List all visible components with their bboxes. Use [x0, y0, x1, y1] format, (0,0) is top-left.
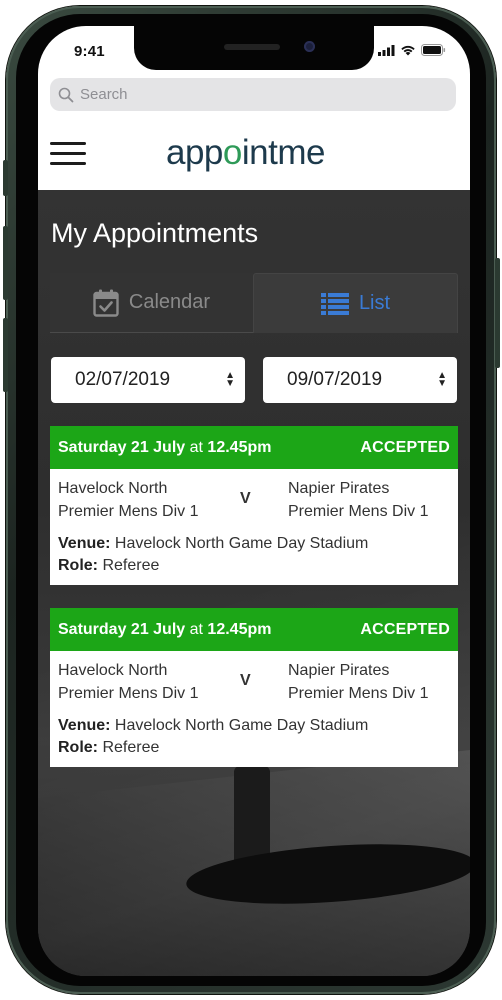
- home-team: Havelock North Premier Mens Div 1: [58, 477, 198, 523]
- appointment-teams: Havelock North Premier Mens Div 1 V Napi…: [50, 651, 458, 711]
- appointment-datetime: Saturday 21 July at 12.45pm: [58, 621, 271, 639]
- appointment-time: 12.45pm: [207, 438, 272, 456]
- mute-switch: [3, 160, 8, 196]
- venue-value: Havelock North Game Day Stadium: [114, 717, 369, 734]
- appointment-day: Saturday 21 July: [58, 438, 186, 456]
- role-row: Role: Referee: [58, 555, 450, 577]
- versus-label: V: [240, 490, 251, 507]
- tab-list[interactable]: List: [253, 273, 458, 333]
- home-team-name: Havelock North: [58, 662, 168, 679]
- status-bar: 9:41: [38, 26, 470, 76]
- status-badge: ACCEPTED: [360, 620, 450, 638]
- appointment-day: Saturday 21 July: [58, 620, 186, 638]
- venue-label: Venue:: [58, 535, 111, 552]
- speaker-grille: [224, 44, 280, 50]
- away-team: Napier Pirates Premier Mens Div 1: [288, 477, 428, 523]
- view-tabs: Calendar List: [50, 273, 458, 333]
- appointment-details: Venue: Havelock North Game Day Stadium R…: [50, 711, 458, 767]
- away-team: Napier Pirates Premier Mens Div 1: [288, 659, 428, 705]
- away-team-name: Napier Pirates: [288, 480, 390, 497]
- appointment-card[interactable]: Saturday 21 July at 12.45pm ACCEPTED Hav…: [50, 608, 458, 767]
- venue-row: Venue: Havelock North Game Day Stadium: [58, 533, 450, 555]
- tab-calendar-label: Calendar: [128, 291, 211, 313]
- app-header: app o intme: [38, 120, 470, 190]
- role-label: Role:: [58, 739, 98, 756]
- appointment-card[interactable]: Saturday 21 July at 12.45pm ACCEPTED Hav…: [50, 426, 458, 585]
- select-arrows-icon: ▲ ▼: [225, 370, 235, 389]
- signal-icon: [378, 44, 395, 56]
- away-team-division: Premier Mens Div 1: [288, 503, 429, 520]
- venue-row: Venue: Havelock North Game Day Stadium: [58, 715, 450, 737]
- date-from-value: 02/07/2019: [75, 369, 171, 390]
- appointment-header: Saturday 21 July at 12.45pm ACCEPTED: [50, 608, 458, 651]
- status-time: 9:41: [74, 43, 105, 60]
- status-icons: [378, 44, 446, 56]
- search-input[interactable]: Search: [50, 78, 456, 111]
- role-value: Referee: [102, 557, 160, 574]
- role-value: Referee: [102, 739, 160, 756]
- home-team-division: Premier Mens Div 1: [58, 685, 199, 702]
- appointment-datetime: Saturday 21 July at 12.45pm: [58, 439, 271, 457]
- appointment-time: 12.45pm: [207, 620, 272, 638]
- appointment-at: at: [189, 438, 203, 456]
- notch: [134, 26, 374, 70]
- battery-icon: [421, 44, 446, 56]
- home-team: Havelock North Premier Mens Div 1: [58, 659, 198, 705]
- home-team-division: Premier Mens Div 1: [58, 503, 199, 520]
- venue-value: Havelock North Game Day Stadium: [114, 535, 369, 552]
- appointment-teams: Havelock North Premier Mens Div 1 V Napi…: [50, 469, 458, 529]
- wifi-icon: [401, 45, 415, 56]
- date-to-value: 09/07/2019: [287, 369, 383, 390]
- logo-text-end: intme: [241, 132, 326, 172]
- away-team-name: Napier Pirates: [288, 662, 390, 679]
- tab-list-label: List: [358, 292, 391, 314]
- search-icon: [58, 87, 74, 102]
- page-title: My Appointments: [51, 218, 259, 248]
- date-to-select[interactable]: 09/07/2019 ▲ ▼: [263, 357, 457, 403]
- away-team-division: Premier Mens Div 1: [288, 685, 429, 702]
- status-badge: ACCEPTED: [360, 438, 450, 456]
- select-arrows-icon: ▲ ▼: [437, 370, 447, 389]
- volume-up-button: [3, 226, 8, 300]
- logo-text-start: app: [166, 132, 223, 172]
- calendar-icon: [93, 289, 119, 317]
- role-label: Role:: [58, 557, 98, 574]
- appointme-logo[interactable]: app o intme: [166, 130, 325, 174]
- date-from-select[interactable]: 02/07/2019 ▲ ▼: [51, 357, 245, 403]
- search-placeholder: Search: [80, 86, 128, 103]
- volume-down-button: [3, 318, 8, 392]
- role-row: Role: Referee: [58, 737, 450, 759]
- appointment-at: at: [189, 620, 203, 638]
- logo-text-mid: o: [222, 132, 242, 172]
- front-camera: [304, 41, 315, 52]
- appointment-details: Venue: Havelock North Game Day Stadium R…: [50, 529, 458, 585]
- list-icon: [320, 292, 349, 315]
- app-screen: 9:41 Search app o intme My Appointments …: [38, 26, 470, 976]
- venue-label: Venue:: [58, 717, 111, 734]
- search-area: Search: [38, 76, 470, 120]
- versus-label: V: [240, 672, 251, 689]
- appointment-header: Saturday 21 July at 12.45pm ACCEPTED: [50, 426, 458, 469]
- tab-calendar[interactable]: Calendar: [50, 273, 253, 333]
- menu-icon[interactable]: [50, 142, 86, 166]
- home-team-name: Havelock North: [58, 480, 168, 497]
- power-button: [495, 258, 500, 368]
